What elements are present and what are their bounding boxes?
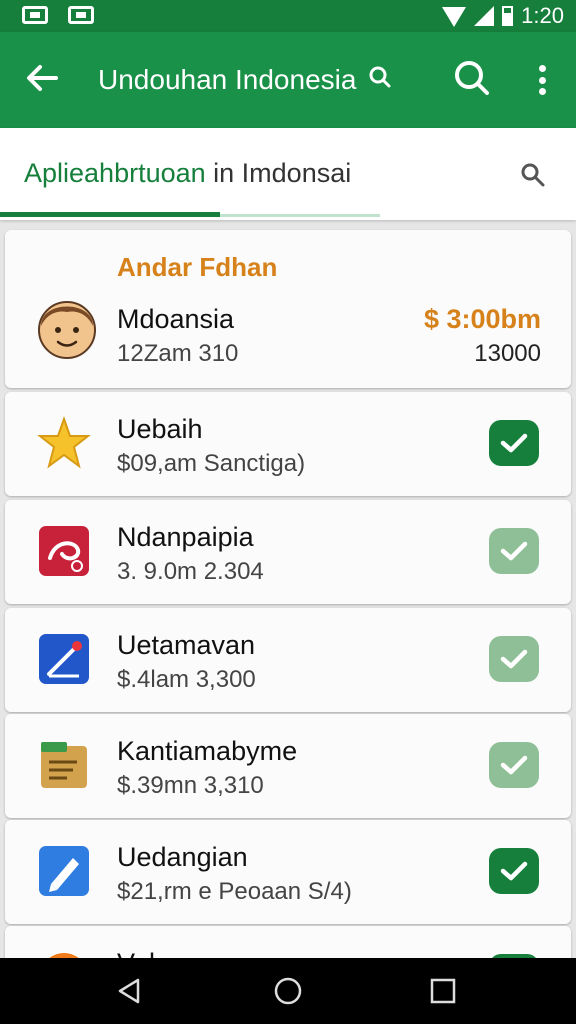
check-icon (500, 541, 528, 561)
item-name: Uedangian (117, 842, 248, 872)
featured-label: Andar Fdhan (117, 252, 278, 282)
tab-indicator-track (220, 214, 380, 217)
item-checkbox[interactable] (489, 528, 539, 574)
status-bar: 1:20 (0, 0, 576, 32)
nav-home-icon[interactable] (273, 976, 303, 1006)
featured-name: Mdoansia (117, 304, 235, 334)
item-subtitle: $.39mn 3,310 (117, 772, 264, 799)
featured-subtitle: 12Zam 310 (117, 340, 239, 367)
avatar (38, 301, 96, 359)
document-app-icon (41, 742, 87, 788)
page-title-text: Undouhan Indonesia (98, 64, 357, 95)
red-app-icon (39, 526, 89, 576)
search-field-icon (521, 163, 545, 187)
nav-recents-icon[interactable] (428, 976, 458, 1006)
battery-icon (502, 6, 514, 26)
wifi-icon (442, 7, 467, 27)
signal-icon (474, 6, 495, 26)
list-item[interactable]: Uetamavan $.4lam 3,300 (5, 608, 571, 712)
item-name: Uetamavan (117, 630, 256, 660)
search-query[interactable]: Aplieahbrtuoan in Imdonsai (24, 158, 351, 189)
message-notification-icon (68, 6, 94, 24)
item-name: Uebaih (117, 414, 203, 444)
item-subtitle: $21,rm e Peoaan S/4) (117, 878, 352, 905)
pen-app-icon (39, 846, 89, 896)
featured-price: $ 3:00bm (423, 304, 541, 334)
title-search-icon (369, 66, 391, 88)
more-dot (538, 65, 546, 72)
item-subtitle: 3. 9.0m 2.304 (117, 558, 264, 585)
item-checkbox[interactable] (489, 848, 539, 894)
check-icon (500, 649, 528, 669)
item-checkbox[interactable] (489, 636, 539, 682)
star-icon (37, 416, 91, 469)
status-time: 1:20 (521, 3, 564, 28)
search-query-highlight: Aplieahbrtuoan (24, 158, 206, 188)
item-checkbox[interactable] (489, 420, 539, 466)
active-tab-indicator (0, 212, 220, 217)
nav-back-icon[interactable] (114, 976, 144, 1006)
search-field-button[interactable] (518, 160, 548, 190)
back-arrow-icon (27, 65, 58, 91)
app-bar: Undouhan Indonesia (0, 32, 576, 128)
page-title: Undouhan Indonesia (98, 62, 392, 98)
item-subtitle: $09,am Sanctiga) (117, 450, 306, 477)
check-icon (500, 433, 528, 453)
check-icon (500, 755, 528, 775)
item-name: Kantiamabyme (117, 736, 298, 766)
notification-icon (22, 6, 48, 24)
featured-card[interactable]: Andar Fdhan Mdoansia 12Zam 310 $ 3:00bm … (5, 230, 571, 388)
blue-arrow-app-icon (39, 634, 89, 684)
list-item[interactable]: Kantiamabyme $.39mn 3,310 (5, 714, 571, 818)
item-name: Ndanpaipia (117, 522, 254, 552)
search-icon (455, 61, 489, 95)
more-dot (538, 76, 546, 84)
back-button[interactable] (22, 58, 62, 98)
overflow-menu-button[interactable] (530, 62, 554, 98)
search-button[interactable] (452, 58, 492, 98)
search-bar[interactable]: Aplieahbrtuoan in Imdonsai (0, 128, 576, 220)
check-icon (500, 861, 528, 881)
more-dot (538, 88, 546, 95)
list-item[interactable]: Ndanpaipia 3. 9.0m 2.304 (5, 500, 571, 604)
system-nav-bar (0, 958, 576, 1024)
item-subtitle: $.4lam 3,300 (117, 666, 256, 693)
list-item[interactable]: Uedangian $21,rm e Peoaan S/4) (5, 820, 571, 924)
search-query-rest: in Imdonsai (205, 158, 352, 188)
list-item[interactable]: Uebaih $09,am Sanctiga) (5, 392, 571, 496)
item-checkbox[interactable] (489, 742, 539, 788)
featured-count: 13000 (474, 340, 541, 367)
